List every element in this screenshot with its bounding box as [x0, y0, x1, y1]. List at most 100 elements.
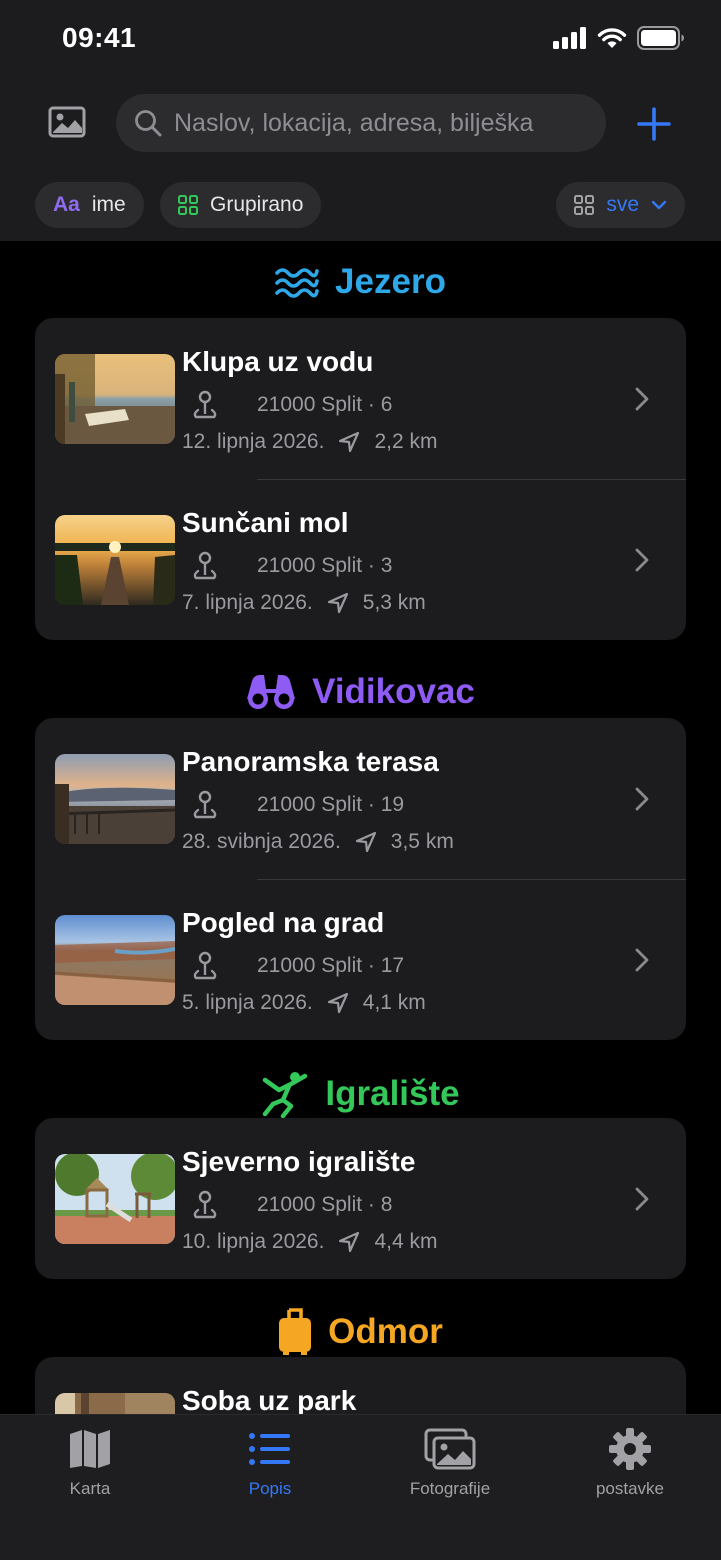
section-title: Jezero — [335, 262, 446, 301]
photos-icon — [424, 1428, 476, 1470]
waves-icon — [275, 268, 319, 298]
section-header-odmor: Odmor — [0, 1308, 721, 1356]
list-icon — [249, 1433, 290, 1465]
tab-label: Fotografije — [409, 1479, 491, 1498]
place-date: 5. lipnja 2026. — [182, 991, 313, 1014]
status-time: 09:41 — [62, 22, 137, 53]
place-thumbnail — [55, 754, 175, 844]
place-thumbnail — [55, 1154, 175, 1244]
toolbar-header: Aa ime Grupirano sve — [0, 80, 721, 241]
list-item[interactable]: Sjeverno igralište 21000 Split · 8 10. l… — [35, 1118, 686, 1279]
location-arrow-icon — [339, 1231, 360, 1253]
binoculars-icon — [247, 675, 296, 709]
place-address: 21000 Split · 6 — [257, 393, 393, 416]
plus-icon — [637, 107, 671, 141]
location-arrow-icon — [355, 831, 376, 853]
sort-chip[interactable]: Aa ime — [35, 182, 144, 228]
status-bar: 09:41 — [0, 0, 721, 80]
place-meta: 12. lipnja 2026. 2,2 km — [182, 430, 437, 454]
map-pin-icon — [193, 790, 217, 819]
map-icon — [70, 1430, 110, 1468]
chevron-down-icon — [651, 200, 667, 210]
place-title: Sunčani mol — [182, 507, 349, 538]
place-title: Sjeverno igralište — [182, 1146, 416, 1177]
place-thumbnail — [55, 515, 175, 605]
list-item[interactable]: Sunčani mol 21000 Split · 3 7. lipnja 20… — [35, 479, 686, 640]
section-card-igraliste: Sjeverno igralište 21000 Split · 8 10. l… — [35, 1118, 686, 1279]
map-pin-icon — [193, 951, 217, 980]
tab-label: Popis — [248, 1479, 292, 1498]
filter-chip-label: sve — [606, 193, 639, 216]
tab-fotografije[interactable]: Fotografije — [360, 1427, 540, 1499]
place-meta: 5. lipnja 2026. 4,1 km — [182, 991, 426, 1015]
map-pin-icon — [193, 1190, 217, 1219]
suitcase-icon — [279, 1308, 312, 1355]
figure-jump-icon — [263, 1072, 308, 1118]
list-item[interactable]: Klupa uz vodu 21000 Split · 6 12. lipnja… — [35, 318, 686, 479]
search-input[interactable] — [174, 108, 574, 138]
place-thumbnail — [55, 354, 175, 444]
list-item[interactable]: Pogled na grad 21000 Split · 17 5. lipnj… — [35, 879, 686, 1040]
text-format-icon: Aa — [53, 193, 80, 216]
cellular-signal-icon — [553, 27, 586, 49]
chevron-right-icon — [635, 387, 649, 411]
tab-label: Karta — [69, 1479, 111, 1498]
list-item[interactable]: Panoramska terasa 21000 Split · 19 28. s… — [35, 718, 686, 879]
place-distance: 4,1 km — [362, 991, 426, 1014]
tab-popis[interactable]: Popis — [180, 1427, 360, 1499]
section-card-jezero: Klupa uz vodu 21000 Split · 6 12. lipnja… — [35, 318, 686, 640]
place-title: Klupa uz vodu — [182, 346, 374, 377]
map-pin-icon — [193, 551, 217, 580]
section-title: Vidikovac — [312, 672, 475, 711]
place-meta: 7. lipnja 2026. 5,3 km — [182, 591, 426, 615]
chevron-right-icon — [635, 548, 649, 572]
add-button[interactable] — [636, 106, 672, 142]
location-arrow-icon — [327, 992, 348, 1014]
section-header-vidikovac: Vidikovac — [0, 672, 721, 712]
tab-karta[interactable]: Karta — [0, 1427, 180, 1499]
group-chip[interactable]: Grupirano — [160, 182, 322, 228]
grid-icon — [178, 195, 198, 215]
place-title: Soba uz park — [182, 1385, 357, 1416]
status-icons — [553, 26, 685, 50]
chevron-right-icon — [635, 1187, 649, 1211]
place-date: 12. lipnja 2026. — [182, 430, 325, 453]
sort-chip-label: ime — [91, 193, 126, 216]
section-card-vidikovac: Panoramska terasa 21000 Split · 19 28. s… — [35, 718, 686, 1040]
section-header-igraliste: Igralište — [0, 1070, 721, 1118]
place-title: Pogled na grad — [182, 907, 385, 938]
tab-bar: Karta Popis Fotografije postavke — [0, 1414, 721, 1560]
photo-icon — [48, 106, 86, 138]
section-title: Odmor — [328, 1312, 443, 1351]
place-distance: 3,5 km — [390, 830, 454, 853]
location-arrow-icon — [339, 431, 360, 453]
place-distance: 5,3 km — [362, 591, 426, 614]
chevron-right-icon — [635, 787, 649, 811]
chevron-right-icon — [635, 948, 649, 972]
gear-icon — [609, 1428, 651, 1470]
search-icon — [135, 110, 162, 137]
search-bar[interactable] — [116, 94, 606, 152]
photo-button[interactable] — [46, 104, 88, 140]
place-date: 10. lipnja 2026. — [182, 1230, 325, 1253]
place-distance: 2,2 km — [374, 430, 438, 453]
tab-postavke[interactable]: postavke — [540, 1427, 720, 1499]
place-date: 7. lipnja 2026. — [182, 591, 313, 614]
map-pin-icon — [193, 390, 217, 419]
section-title: Igralište — [325, 1074, 460, 1113]
place-address: 21000 Split · 3 — [257, 554, 393, 577]
place-address: 21000 Split · 19 — [257, 793, 405, 816]
place-thumbnail — [55, 915, 175, 1005]
place-title: Panoramska terasa — [182, 746, 439, 777]
place-distance: 4,4 km — [374, 1230, 438, 1253]
place-meta: 28. svibnja 2026. 3,5 km — [182, 830, 454, 854]
grid-icon — [574, 195, 595, 215]
place-meta: 10. lipnja 2026. 4,4 km — [182, 1230, 437, 1254]
location-arrow-icon — [327, 592, 348, 614]
place-date: 28. svibnja 2026. — [182, 830, 341, 853]
tab-label: postavke — [595, 1479, 665, 1498]
group-chip-label: Grupirano — [210, 193, 304, 216]
filter-chip[interactable]: sve — [556, 182, 685, 228]
battery-icon — [637, 26, 684, 50]
place-address: 21000 Split · 17 — [257, 954, 405, 977]
